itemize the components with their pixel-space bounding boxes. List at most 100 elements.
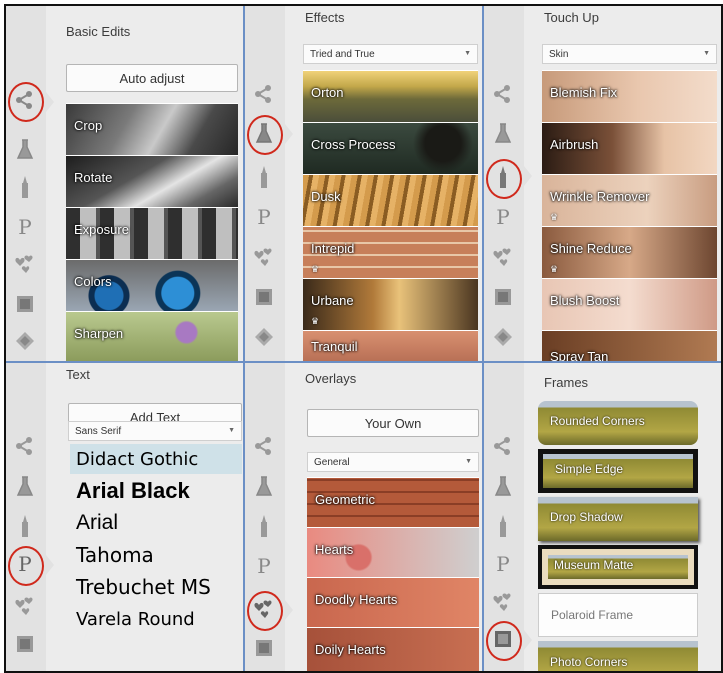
panel-overlays: P Overlays Your Own General ▼ Geometric H…	[245, 363, 482, 671]
basic-edits-icon[interactable]	[251, 433, 277, 459]
rail-pointer	[46, 555, 54, 575]
crown-icon: ♛	[550, 264, 559, 274]
tile-doily-hearts[interactable]: Doily Hearts	[307, 627, 479, 671]
overlays-icon[interactable]	[12, 593, 38, 619]
panel-frames: P Frames Rounded Corners Simple Edge Dro…	[484, 363, 721, 671]
tile-tranquil[interactable]: Tranquil	[303, 330, 478, 361]
frame-polaroid[interactable]: Polaroid Frame	[538, 593, 698, 637]
font-item-tahoma[interactable]: Tahoma	[70, 540, 242, 570]
panel-title: Overlays	[305, 371, 357, 386]
touch-up-icon[interactable]	[12, 174, 38, 200]
rail-pointer	[285, 600, 293, 620]
basic-edits-icon[interactable]	[12, 433, 38, 459]
font-item-arial[interactable]: Arial	[70, 508, 242, 538]
basic-edits-icon[interactable]	[490, 433, 516, 459]
panel-touch-up: P Touch Up Skin ▼ Blemish Fix Airbrush Wr…	[484, 6, 721, 361]
selected-tool-highlight	[486, 621, 522, 661]
tile-doodly-hearts[interactable]: Doodly Hearts	[307, 577, 479, 627]
tile-urbane[interactable]: Urbane ♛	[303, 278, 478, 330]
panel-title: Basic Edits	[66, 24, 131, 39]
overlays-icon[interactable]	[490, 589, 516, 615]
overlays-icon[interactable]	[490, 244, 516, 270]
frames-icon[interactable]	[251, 284, 277, 310]
tile-geometric[interactable]: Geometric	[307, 477, 479, 527]
crown-icon: ♛	[311, 316, 320, 326]
tile-blemish-fix[interactable]: Blemish Fix	[542, 70, 717, 122]
frames-icon[interactable]	[12, 631, 38, 657]
overlays-icon[interactable]	[251, 244, 277, 270]
tile-dusk[interactable]: Dusk	[303, 174, 478, 226]
touch-up-icon[interactable]	[251, 513, 277, 539]
text-icon[interactable]: P	[12, 214, 38, 240]
font-item-arial-black[interactable]: Arial Black	[70, 476, 242, 506]
chevron-down-icon: ▼	[703, 50, 710, 57]
text-icon[interactable]: P	[251, 204, 277, 230]
font-item-trebuchet-ms[interactable]: Trebuchet MS	[70, 572, 242, 602]
divider	[482, 6, 484, 671]
basic-edits-icon[interactable]	[490, 81, 516, 107]
tile-airbrush[interactable]: Airbrush	[542, 122, 717, 174]
basic-edits-icon[interactable]	[251, 81, 277, 107]
rail-pointer	[524, 630, 532, 650]
panel-title: Touch Up	[544, 10, 599, 25]
crown-icon: ♛	[311, 264, 320, 274]
tile-colors[interactable]: Colors	[66, 259, 238, 311]
effects-icon[interactable]	[251, 473, 277, 499]
rail-pointer	[285, 124, 293, 144]
effects-category-dropdown[interactable]: Tried and True ▼	[303, 44, 478, 64]
touch-up-category-dropdown[interactable]: Skin ▼	[542, 44, 717, 64]
tool-rail: P	[6, 363, 46, 671]
panel-text: P Text Add Text Sans Serif ▼ Didact Gothi…	[6, 363, 243, 671]
frame-museum-matte[interactable]: Museum Matte	[538, 545, 698, 589]
textures-icon[interactable]	[12, 328, 38, 354]
tile-blush-boost[interactable]: Blush Boost	[542, 278, 717, 330]
your-own-button[interactable]: Your Own	[307, 409, 479, 437]
tile-rotate[interactable]: Rotate	[66, 155, 238, 207]
selected-tool-highlight	[247, 115, 283, 155]
textures-icon[interactable]	[490, 324, 516, 350]
frames-icon[interactable]	[251, 635, 277, 661]
effects-icon[interactable]	[12, 473, 38, 499]
tile-spray-tan[interactable]: Spray Tan	[542, 330, 717, 361]
touch-up-icon[interactable]	[251, 164, 277, 190]
frames-icon[interactable]	[12, 291, 38, 317]
selected-tool-highlight	[8, 546, 44, 586]
effects-icon[interactable]	[12, 136, 38, 162]
text-icon[interactable]: P	[251, 553, 277, 579]
touch-up-icon[interactable]	[490, 513, 516, 539]
touch-up-icon[interactable]	[12, 513, 38, 539]
text-icon[interactable]: P	[490, 551, 516, 577]
frame-photo-corners[interactable]: Photo Corners	[538, 641, 698, 671]
tool-rail: P	[245, 6, 285, 361]
tile-intrepid[interactable]: Intrepid ♛	[303, 226, 478, 278]
effects-icon[interactable]	[490, 473, 516, 499]
panel-title: Text	[66, 367, 90, 382]
tool-rail: P	[6, 6, 46, 361]
frames-icon[interactable]	[490, 284, 516, 310]
tile-wrinkle-remover[interactable]: Wrinkle Remover ♛	[542, 174, 717, 226]
divider	[6, 361, 721, 363]
text-icon[interactable]: P	[490, 204, 516, 230]
tile-crop[interactable]: Crop	[66, 103, 238, 155]
overlay-category-dropdown[interactable]: General ▼	[307, 452, 479, 472]
overlays-icon[interactable]	[12, 251, 38, 277]
tile-cross-process[interactable]: Cross Process	[303, 122, 478, 174]
tile-exposure[interactable]: Exposure	[66, 207, 238, 259]
tool-rail: P	[245, 363, 285, 671]
font-category-dropdown[interactable]: Sans Serif ▼	[68, 421, 242, 441]
frame-rounded-corners[interactable]: Rounded Corners	[538, 401, 698, 445]
effects-icon[interactable]	[490, 120, 516, 146]
font-item-didact-gothic[interactable]: Didact Gothic	[70, 444, 242, 474]
tile-sharpen[interactable]: Sharpen	[66, 311, 238, 361]
tile-hearts[interactable]: Hearts	[307, 527, 479, 577]
tile-orton[interactable]: Orton	[303, 70, 478, 122]
auto-adjust-button[interactable]: Auto adjust	[66, 64, 238, 92]
rail-pointer	[46, 92, 54, 112]
font-item-varela-round[interactable]: Varela Round	[70, 604, 242, 634]
chevron-down-icon: ▼	[464, 50, 471, 57]
textures-icon[interactable]	[251, 324, 277, 350]
tile-shine-reduce[interactable]: Shine Reduce ♛	[542, 226, 717, 278]
selected-tool-highlight	[247, 591, 283, 631]
frame-simple-edge[interactable]: Simple Edge	[538, 449, 698, 493]
frame-drop-shadow[interactable]: Drop Shadow	[538, 497, 698, 541]
